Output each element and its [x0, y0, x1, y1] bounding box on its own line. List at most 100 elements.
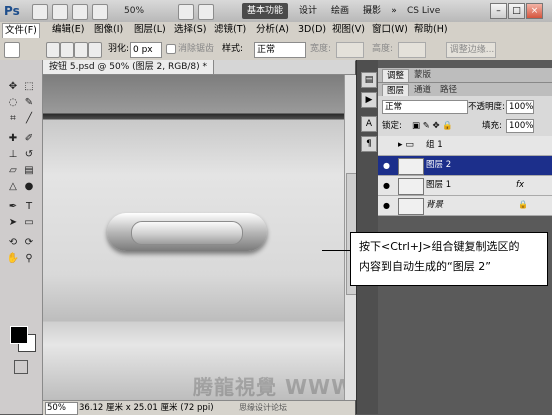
- menu-edit[interactable]: 编辑(E): [50, 23, 86, 37]
- menu-filter[interactable]: 滤镜(T): [212, 23, 248, 37]
- width-input[interactable]: [336, 42, 364, 58]
- shape-tool-icon[interactable]: ▭: [22, 216, 36, 230]
- close-button[interactable]: ×: [526, 3, 543, 19]
- add-selection-icon[interactable]: [60, 42, 74, 58]
- tab-masks[interactable]: 蒙版: [410, 69, 435, 81]
- marquee-tool-icon[interactable]: ⬚: [22, 80, 36, 94]
- menu-bar: 文件(F) 编辑(E) 图像(I) 图层(L) 选择(S) 滤镜(T) 分析(A…: [0, 22, 552, 39]
- eye-icon[interactable]: ●: [381, 200, 392, 211]
- zoom-level[interactable]: 50%: [124, 4, 172, 18]
- menu-view[interactable]: 视图(V): [330, 23, 367, 37]
- hand-tool-icon[interactable]: [92, 4, 108, 20]
- dodge-tool-icon[interactable]: ●: [22, 180, 36, 194]
- layer-thumbnail: [398, 178, 424, 195]
- marquee-preset-icon[interactable]: [4, 42, 20, 58]
- blur-tool-icon[interactable]: △: [6, 180, 20, 194]
- lock-label: 锁定:: [382, 121, 402, 131]
- history-brush-tool-icon[interactable]: ↺: [22, 148, 36, 162]
- style-select[interactable]: 正常: [254, 42, 306, 58]
- fill-input[interactable]: 100%: [506, 119, 534, 133]
- menu-select[interactable]: 选择(S): [172, 23, 208, 37]
- document-tab-bar: 按钮 5.psd @ 50% (图层 2, RGB/8) *: [43, 60, 355, 75]
- quick-mask-icon[interactable]: [14, 360, 28, 374]
- cs-live-button[interactable]: CS Live: [407, 3, 467, 19]
- menu-file[interactable]: 文件(F): [2, 23, 40, 39]
- lasso-tool-icon[interactable]: ◌: [6, 96, 20, 110]
- layer-row[interactable]: ● 图层 1 fx: [378, 176, 552, 196]
- menu-3d[interactable]: 3D(D): [296, 23, 328, 37]
- history-panel-icon[interactable]: ▤: [361, 72, 377, 88]
- tab-adjustments[interactable]: 调整: [382, 69, 410, 82]
- layer-row-selected[interactable]: ● 图层 2: [378, 156, 552, 176]
- crop-tool-icon[interactable]: ⌗: [6, 112, 20, 126]
- eye-icon[interactable]: ●: [381, 160, 392, 171]
- arrange-documents-icon[interactable]: [178, 4, 194, 20]
- paragraph-panel-icon[interactable]: ¶: [361, 136, 377, 152]
- workspace-painting[interactable]: 绘画: [327, 3, 353, 19]
- healing-brush-tool-icon[interactable]: ✚: [6, 132, 20, 146]
- tab-paths[interactable]: 路径: [436, 84, 461, 96]
- hand-tool-icon[interactable]: ✋: [6, 252, 20, 266]
- blend-mode-select[interactable]: 正常: [382, 100, 468, 114]
- minimize-button[interactable]: –: [490, 3, 507, 19]
- tools-panel: ✥ ⬚ ◌ ✎ ⌗ ╱ ✚ ✐ ⊥ ↺ ▱ ▤ △ ● ✒ T ➤ ▭ ⟲ ⟳ …: [0, 60, 43, 414]
- eyedropper-tool-icon[interactable]: ╱: [22, 112, 36, 126]
- type-tool-icon[interactable]: T: [22, 200, 36, 214]
- layer-row-background[interactable]: ● 背景 🔒: [378, 196, 552, 216]
- quick-selection-tool-icon[interactable]: ✎: [22, 96, 36, 110]
- opacity-input[interactable]: 100%: [506, 100, 534, 114]
- document-canvas[interactable]: 腾龍視覺 WWW.TLVI.NET: [43, 75, 344, 400]
- eye-icon[interactable]: ●: [381, 180, 392, 191]
- subtract-selection-icon[interactable]: [74, 42, 88, 58]
- menu-window[interactable]: 窗口(W): [370, 23, 410, 37]
- bridge-icon[interactable]: [32, 4, 48, 20]
- actions-panel-icon[interactable]: ▶: [361, 92, 377, 108]
- menu-analysis[interactable]: 分析(A): [254, 23, 291, 37]
- new-selection-icon[interactable]: [46, 42, 60, 58]
- 3d-orbit-tool-icon[interactable]: ⟳: [22, 236, 36, 250]
- status-document-size: 36.12 厘米 x 25.01 厘米 (72 ppi): [79, 403, 214, 413]
- height-input[interactable]: [398, 42, 426, 58]
- height-label: 高度:: [372, 44, 394, 54]
- callout-line-1: 按下<Ctrl+J>组合键复制选区的: [359, 240, 520, 253]
- menu-help[interactable]: 帮助(H): [412, 23, 450, 37]
- photoshop-logo: Ps: [4, 4, 20, 18]
- tab-channels[interactable]: 通道: [410, 84, 435, 96]
- pen-tool-icon[interactable]: ✒: [6, 200, 20, 214]
- document-tab[interactable]: 按钮 5.psd @ 50% (图层 2, RGB/8) *: [43, 60, 215, 74]
- zoom-tool-icon[interactable]: ⚲: [22, 252, 36, 266]
- fx-badge[interactable]: fx: [516, 179, 524, 191]
- workspace-design[interactable]: 设计: [295, 3, 321, 19]
- brush-tool-icon[interactable]: ✐: [22, 132, 36, 146]
- workspace-more[interactable]: »: [388, 3, 400, 19]
- menu-image[interactable]: 图像(I): [92, 23, 125, 37]
- path-selection-tool-icon[interactable]: ➤: [6, 216, 20, 230]
- minibridge-icon[interactable]: [52, 4, 68, 20]
- foreground-color-swatch[interactable]: [10, 326, 28, 344]
- antialias-checkbox[interactable]: [166, 44, 176, 54]
- eraser-tool-icon[interactable]: ▱: [6, 164, 20, 178]
- move-tool-icon[interactable]: ✥: [6, 80, 20, 94]
- status-zoom[interactable]: 50%: [45, 402, 78, 415]
- layers-panel: 正常 不透明度: 100% 锁定: ▣ ✎ ✥ 🔒 填充: 100% ▸ ▭ 组…: [378, 96, 552, 216]
- visibility-toggle[interactable]: [381, 140, 392, 151]
- character-panel-icon[interactable]: A: [361, 116, 377, 132]
- gradient-tool-icon[interactable]: ▤: [22, 164, 36, 178]
- refine-edge-button[interactable]: 调整边缘...: [446, 42, 496, 58]
- clone-stamp-tool-icon[interactable]: ⊥: [6, 148, 20, 162]
- menu-layer[interactable]: 图层(L): [132, 23, 168, 37]
- extras-icon[interactable]: [72, 4, 88, 20]
- workspace-photography[interactable]: 摄影: [359, 3, 385, 19]
- layer-name: 图层 2: [426, 160, 452, 170]
- maximize-button[interactable]: □: [508, 3, 525, 19]
- 3d-rotate-tool-icon[interactable]: ⟲: [6, 236, 20, 250]
- layer-row-group[interactable]: ▸ ▭ 组 1: [378, 136, 552, 156]
- lock-icons[interactable]: ▣ ✎ ✥ 🔒: [412, 120, 453, 132]
- workspace-essentials[interactable]: 基本功能: [242, 3, 288, 19]
- callout-line-2: 内容到自动生成的“图层 2”: [359, 260, 491, 273]
- feather-input[interactable]: 0 px: [130, 42, 162, 58]
- screen-mode-icon[interactable]: [198, 4, 214, 20]
- intersect-selection-icon[interactable]: [88, 42, 102, 58]
- callout-pointer: [322, 250, 350, 251]
- application-bar: Ps 50% 基本功能 设计 绘画 摄影 » CS Live – □ ×: [0, 0, 552, 23]
